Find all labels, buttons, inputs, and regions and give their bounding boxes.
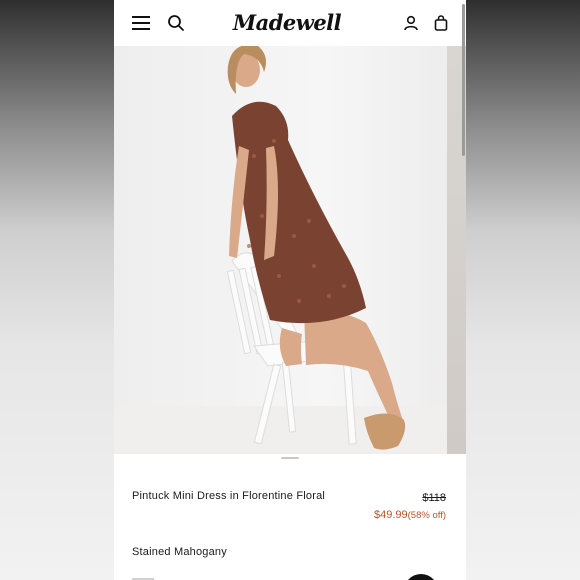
madewell-logo[interactable]: Madewell	[232, 8, 342, 38]
phone-screen: Madewell Pintuck Mini Dress in Florentin…	[114, 0, 466, 580]
color-name: Stained Mahogany	[132, 546, 227, 558]
backdrop-right	[464, 0, 580, 580]
product-name: Pintuck Mini Dress in Florentine Floral	[132, 490, 326, 502]
product-info: Pintuck Mini Dress in Florentine Floral …	[114, 462, 466, 580]
sale-price: $49.99	[373, 509, 408, 521]
menu-icon[interactable]	[129, 11, 153, 35]
account-icon[interactable]	[399, 11, 423, 35]
original-price: $118	[422, 492, 446, 504]
product-image[interactable]	[114, 46, 466, 454]
carousel-indicator	[281, 457, 299, 459]
backdrop-left	[0, 0, 114, 580]
model-illustration	[226, 46, 406, 450]
bag-icon[interactable]	[429, 11, 453, 35]
site-header: Madewell	[114, 0, 466, 46]
scrollbar[interactable]	[462, 4, 465, 156]
sale-price-block: $49.99(58% off)	[374, 509, 446, 521]
search-icon[interactable]	[164, 11, 188, 35]
discount-label: (58% off)	[407, 510, 446, 521]
